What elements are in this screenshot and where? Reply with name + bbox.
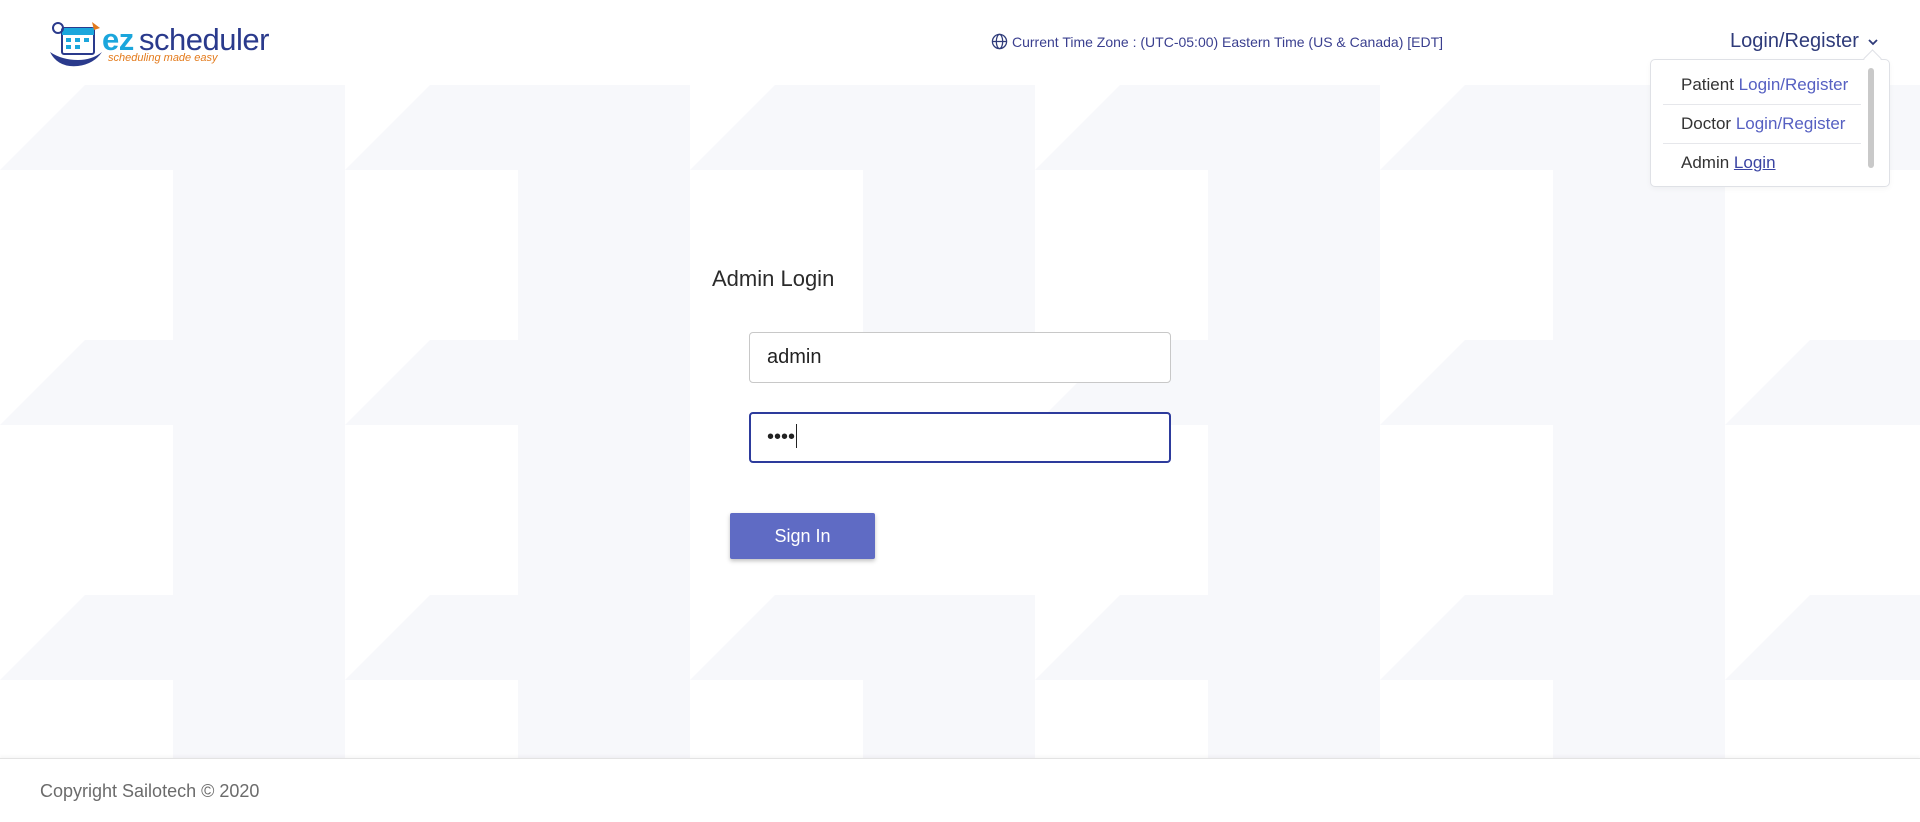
- login-register-label: Login/Register: [1730, 30, 1859, 52]
- username-input[interactable]: admin: [749, 332, 1171, 383]
- login-register-toggle[interactable]: Login/Register: [1730, 30, 1879, 53]
- username-value: admin: [767, 346, 822, 368]
- globe-icon: [991, 33, 1008, 50]
- text-caret: [796, 424, 798, 449]
- copyright-text: Copyright Sailotech © 2020: [40, 781, 260, 801]
- dropdown-item-doctor: Doctor Login/Register: [1663, 105, 1861, 143]
- admin-login-link[interactable]: Login: [1734, 153, 1776, 172]
- dropdown-item-prefix: Patient: [1681, 75, 1734, 94]
- sign-in-button[interactable]: Sign In: [730, 513, 875, 559]
- chevron-down-icon: [1868, 38, 1878, 45]
- timezone-indicator: Current Time Zone : (UTC-05:00) Eastern …: [991, 33, 1443, 50]
- patient-login-register-link[interactable]: Login/Register: [1739, 75, 1849, 94]
- dropdown-scrollbar[interactable]: [1868, 68, 1874, 168]
- timezone-text: Current Time Zone : (UTC-05:00) Eastern …: [1012, 33, 1444, 50]
- login-dropdown-menu: Patient Login/Register Doctor Login/Regi…: [1650, 59, 1890, 187]
- dropdown-item-admin: Admin Login: [1663, 144, 1861, 182]
- dropdown-item-prefix: Admin: [1681, 153, 1730, 172]
- top-header: ez scheduler scheduling made easy Curren…: [0, 0, 1920, 85]
- dropdown-item-prefix: Doctor: [1681, 114, 1732, 133]
- footer: Copyright Sailotech © 2020: [0, 758, 1920, 822]
- calendar-hand-logo-icon: [50, 22, 102, 67]
- page-title: Admin Login: [712, 266, 835, 291]
- page: ez scheduler scheduling made easy Curren…: [0, 0, 1920, 822]
- doctor-login-register-link[interactable]: Login/Register: [1736, 114, 1846, 133]
- password-input[interactable]: ••••: [749, 412, 1171, 463]
- password-value: ••••: [767, 426, 796, 448]
- ezscheduler-logo[interactable]: ez scheduler scheduling made easy: [48, 18, 269, 70]
- dropdown-item-patient: Patient Login/Register: [1663, 66, 1861, 104]
- logo-tagline: scheduling made easy: [108, 52, 218, 64]
